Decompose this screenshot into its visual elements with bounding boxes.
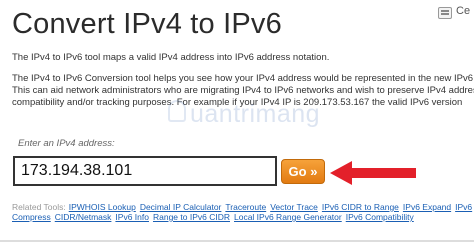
related-tools: Related Tools: IPWHOIS Lookup Decimal IP C… — [12, 202, 474, 222]
menu-icon[interactable] — [438, 7, 452, 19]
description-line: The IPv4 to IPv6 Conversion tool helps y… — [12, 73, 474, 84]
page-title: Convert IPv4 to IPv6 — [12, 8, 282, 40]
ipv4-input[interactable] — [21, 158, 271, 184]
watermark-logo-icon — [168, 100, 186, 122]
related-link[interactable]: IPv6 — [455, 202, 472, 212]
related-link[interactable]: Compress — [12, 212, 51, 222]
related-link[interactable]: Traceroute — [225, 202, 266, 212]
ipv4-input-box — [13, 156, 277, 186]
related-link[interactable]: IPv6 Info — [115, 212, 149, 222]
related-link[interactable]: Vector Trace — [270, 202, 318, 212]
related-link[interactable]: IPv6 Compatibility — [346, 212, 414, 222]
related-link[interactable]: IPWHOIS Lookup — [69, 202, 136, 212]
page: Convert IPv4 to IPv6 Ce The IPv4 to IPv6… — [0, 0, 474, 244]
related-tools-row: Compress CIDR/Netmask IPv6 Info Range to IP… — [12, 212, 474, 222]
related-tools-row: Related Tools: IPWHOIS Lookup Decimal IP C… — [12, 202, 474, 212]
related-link[interactable]: Range to IPv6 CIDR — [153, 212, 230, 222]
ipv4-input-label: Enter an IPv4 address: — [18, 138, 115, 149]
related-link[interactable]: CIDR/Netmask — [55, 212, 112, 222]
corner-label: Ce — [456, 5, 471, 17]
related-tools-label: Related Tools: — [12, 202, 66, 212]
related-link[interactable]: Local IPv6 Range Generator — [234, 212, 342, 222]
go-button[interactable]: Go » — [281, 159, 325, 184]
description-line: This can aid network administrators who … — [12, 85, 474, 96]
watermark-text: uantrimang — [190, 100, 321, 128]
divider — [0, 240, 474, 242]
related-link[interactable]: IPv6 CIDR to Range — [322, 202, 399, 212]
related-link[interactable]: Decimal IP Calculator — [140, 202, 222, 212]
intro-text: The IPv4 to IPv6 tool maps a valid IPv4 … — [12, 52, 330, 63]
related-link[interactable]: IPv6 Expand — [403, 202, 451, 212]
arrow-left-icon — [330, 161, 416, 185]
